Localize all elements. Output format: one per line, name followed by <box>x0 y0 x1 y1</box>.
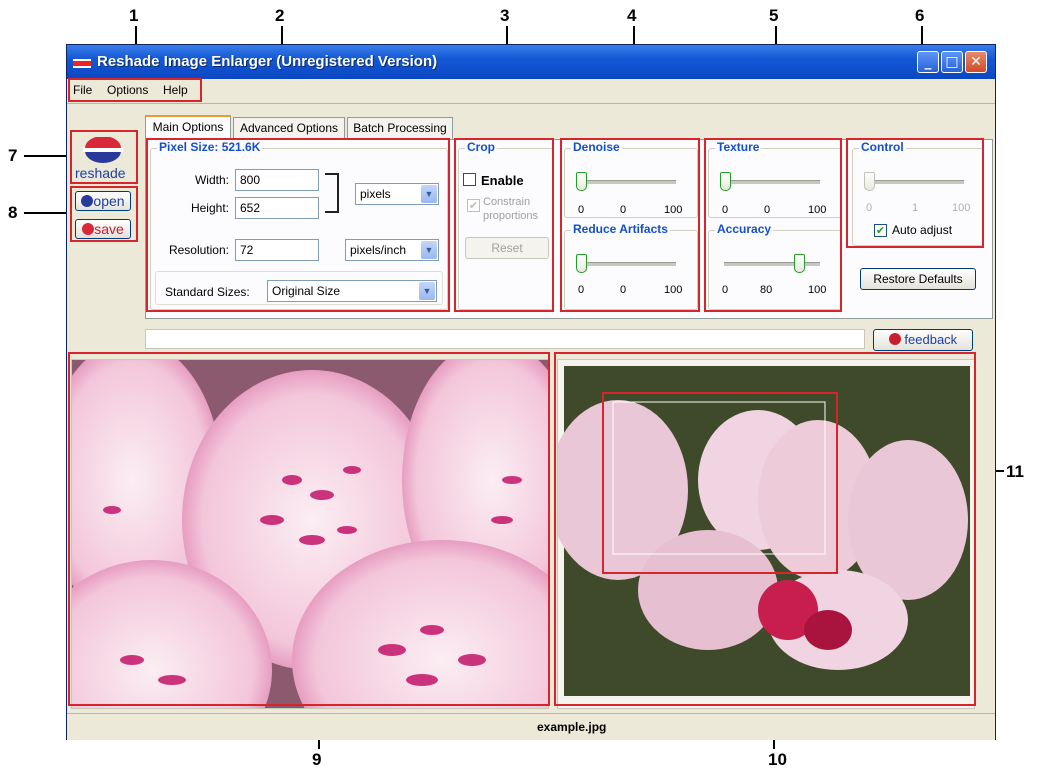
callout-box-2 <box>146 138 450 312</box>
progress-bar <box>145 329 865 349</box>
status-filename: example.jpg <box>537 720 607 734</box>
callout-box-5 <box>704 138 842 312</box>
tab-batch-processing[interactable]: Batch Processing <box>347 117 453 139</box>
feedback-button[interactable]: feedback <box>873 329 973 351</box>
callout-8: 8 <box>8 203 18 222</box>
maximize-button[interactable]: □ <box>941 51 963 73</box>
callout-box-1 <box>68 78 202 102</box>
ladybug-icon <box>888 333 901 345</box>
callout-box-4 <box>560 138 700 312</box>
callout-box-6 <box>846 138 984 248</box>
callout-box-8 <box>70 186 138 242</box>
restore-defaults-button[interactable]: Restore Defaults <box>860 268 976 290</box>
callout-1: 1 <box>129 6 139 25</box>
callout-box-10 <box>554 352 976 706</box>
menu-divider <box>67 103 995 104</box>
callout-box-9 <box>68 352 550 706</box>
callout-6: 6 <box>915 6 925 25</box>
callout-line-7 <box>24 155 70 157</box>
tab-advanced-options[interactable]: Advanced Options <box>233 117 345 139</box>
callout-7: 7 <box>8 146 18 165</box>
status-bar: example.jpg <box>67 713 995 740</box>
callout-2: 2 <box>275 6 285 25</box>
callout-box-3 <box>454 138 554 312</box>
menu-bar: File Options Help <box>67 79 995 101</box>
callout-3: 3 <box>500 6 510 25</box>
minimize-button[interactable]: _ <box>917 51 939 73</box>
tab-main-options[interactable]: Main Options <box>145 115 231 140</box>
title-bar[interactable]: Reshade Image Enlarger (Unregistered Ver… <box>67 45 995 79</box>
callout-4: 4 <box>627 6 637 25</box>
feedback-label: feedback <box>904 332 958 347</box>
callout-10: 10 <box>768 750 787 769</box>
callout-11: 11 <box>1006 462 1024 481</box>
callout-9: 9 <box>312 750 322 769</box>
app-icon <box>73 59 91 68</box>
window-title: Reshade Image Enlarger (Unregistered Ver… <box>97 53 438 70</box>
close-button[interactable]: ✕ <box>965 51 987 73</box>
callout-5: 5 <box>769 6 779 25</box>
callout-box-7 <box>70 130 138 184</box>
callout-line-8 <box>24 212 70 214</box>
